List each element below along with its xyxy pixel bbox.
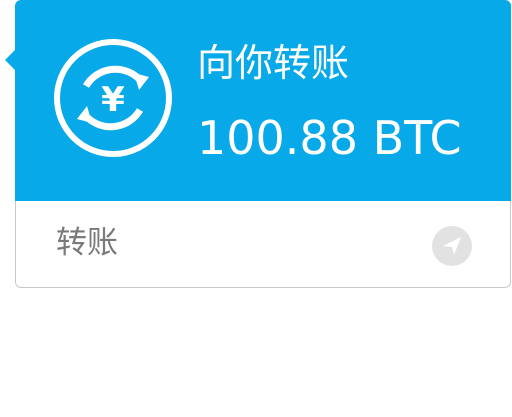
transfer-card-footer[interactable]: 转账 <box>15 201 511 288</box>
transfer-card-header[interactable]: ¥ 向你转账 100.88 BTC <box>15 0 511 201</box>
currency-symbol: ¥ <box>101 80 125 120</box>
send-arrow-icon[interactable] <box>432 226 472 266</box>
yuan-exchange-icon: ¥ <box>54 39 172 157</box>
transfer-title: 向你转账 <box>197 41 350 85</box>
transfer-message-bubble[interactable]: ¥ 向你转账 100.88 BTC 转账 <box>5 0 511 288</box>
transfer-amount: 100.88 BTC <box>197 111 462 165</box>
transfer-footer-label: 转账 <box>56 225 118 261</box>
